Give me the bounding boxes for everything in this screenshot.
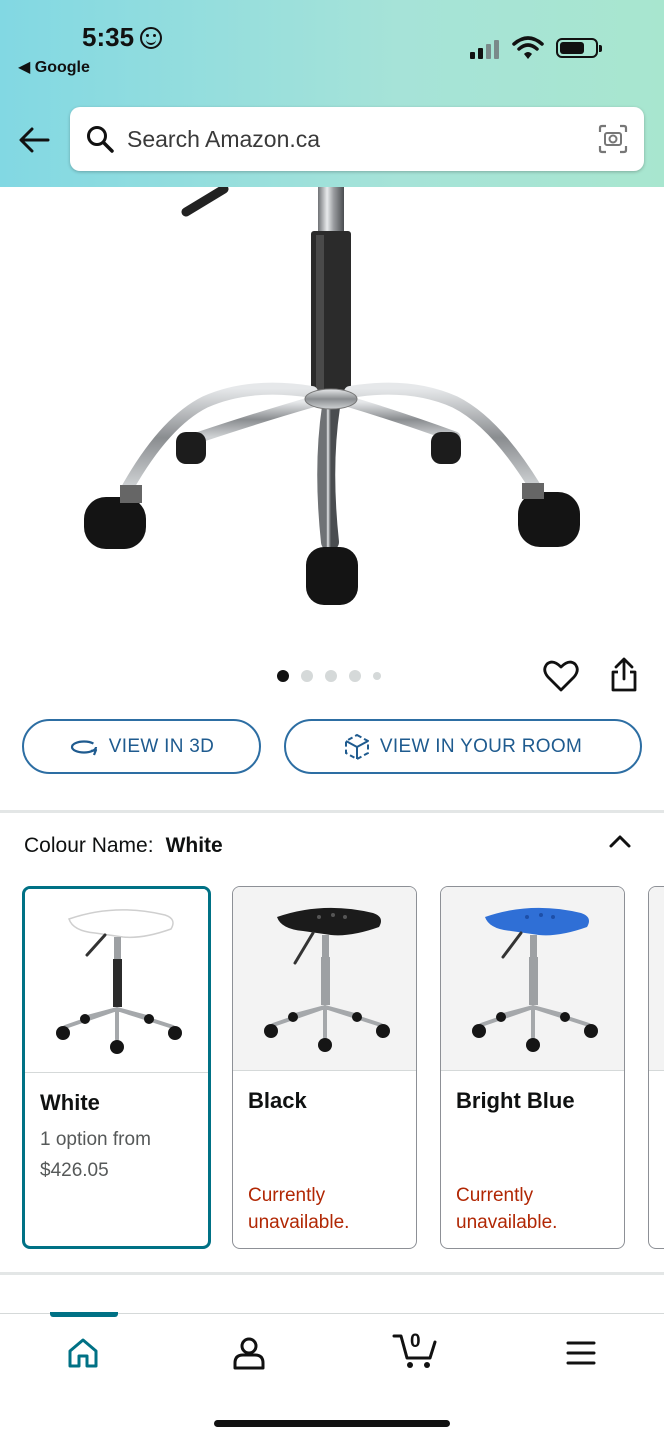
swatch-thumbnail: [233, 887, 416, 1071]
swatch-name: Black: [248, 1088, 307, 1113]
carousel-dot[interactable]: [301, 670, 313, 682]
share-icon[interactable]: [607, 657, 641, 693]
availability-text: unavailable.: [248, 1212, 350, 1233]
back-arrow-icon[interactable]: [18, 122, 52, 158]
rotate-3d-icon: [70, 739, 97, 755]
search-icon: [87, 126, 114, 153]
menu-icon[interactable]: [566, 1338, 596, 1368]
swatch-availability: Currently unavailable.: [248, 1182, 416, 1236]
colour-swatch-bright-blue[interactable]: Bright Blue Currently unavailable.: [440, 886, 625, 1249]
camera-search-icon[interactable]: [598, 124, 628, 154]
heart-icon[interactable]: [543, 659, 579, 693]
cart-count: 0: [410, 1331, 421, 1352]
back-to-app-link[interactable]: ◀ Google: [18, 57, 90, 77]
product-image[interactable]: [0, 187, 664, 637]
colour-label-text: Colour Name:: [24, 834, 154, 857]
cellular-signal-icon: [470, 40, 499, 59]
header: 5:35 ◀ Google Search Amazon.ca: [0, 0, 664, 187]
home-indicator[interactable]: [214, 1420, 450, 1427]
view-in-your-room-button[interactable]: VIEW IN YOUR ROOM: [284, 719, 642, 774]
swatch-name: Bright Blue: [456, 1088, 575, 1113]
carousel-dot[interactable]: [349, 670, 361, 682]
home-icon[interactable]: [66, 1336, 100, 1370]
carousel-dot[interactable]: [373, 672, 381, 680]
availability-text: Currently: [456, 1185, 534, 1206]
colour-swatch-next[interactable]: [648, 886, 664, 1249]
view-in-your-room-label: VIEW IN YOUR ROOM: [379, 735, 583, 757]
colour-selected-value: White: [165, 834, 223, 857]
colour-name-label: Colour Name: White: [24, 834, 223, 858]
section-divider: [0, 810, 664, 813]
swatch-thumbnail: [649, 887, 664, 1071]
colour-swatch-white[interactable]: White 1 option from $426.05: [22, 886, 211, 1249]
search-placeholder: Search Amazon.ca: [127, 126, 321, 152]
ar-cube-icon: [344, 733, 369, 760]
swatch-option-text: 1 option from: [40, 1129, 151, 1150]
search-input[interactable]: Search Amazon.ca: [70, 107, 644, 171]
swatch-name: White: [40, 1090, 100, 1115]
availability-text: Currently: [248, 1185, 326, 1206]
availability-text: unavailable.: [456, 1212, 558, 1233]
wifi-icon: [512, 36, 544, 59]
active-tab-indicator: [50, 1312, 118, 1317]
status-time: 5:35: [82, 22, 163, 53]
user-icon[interactable]: [232, 1336, 266, 1370]
swatch-price: $426.05: [40, 1160, 109, 1181]
carousel-dot[interactable]: [325, 670, 337, 682]
section-divider: [0, 1272, 664, 1275]
view-in-3d-button[interactable]: VIEW IN 3D: [22, 719, 261, 774]
carousel-dot[interactable]: [277, 670, 289, 682]
chevron-up-icon[interactable]: [608, 832, 632, 850]
stool-image: [264, 907, 390, 1052]
carousel-dots[interactable]: [277, 670, 381, 682]
swatch-option-info: 1 option from $426.05: [40, 1124, 208, 1186]
swatch-thumbnail: [25, 889, 208, 1073]
swatch-thumbnail: [441, 887, 624, 1071]
smiley-icon: [140, 26, 163, 49]
stool-image: [56, 909, 182, 1054]
colour-swatch-black[interactable]: Black Currently unavailable.: [232, 886, 417, 1249]
view-in-3d-label: VIEW IN 3D: [108, 735, 215, 757]
swatch-availability: Currently unavailable.: [456, 1182, 624, 1236]
status-time-text: 5:35: [82, 22, 135, 52]
battery-icon: [556, 38, 602, 58]
stool-image: [472, 907, 598, 1052]
